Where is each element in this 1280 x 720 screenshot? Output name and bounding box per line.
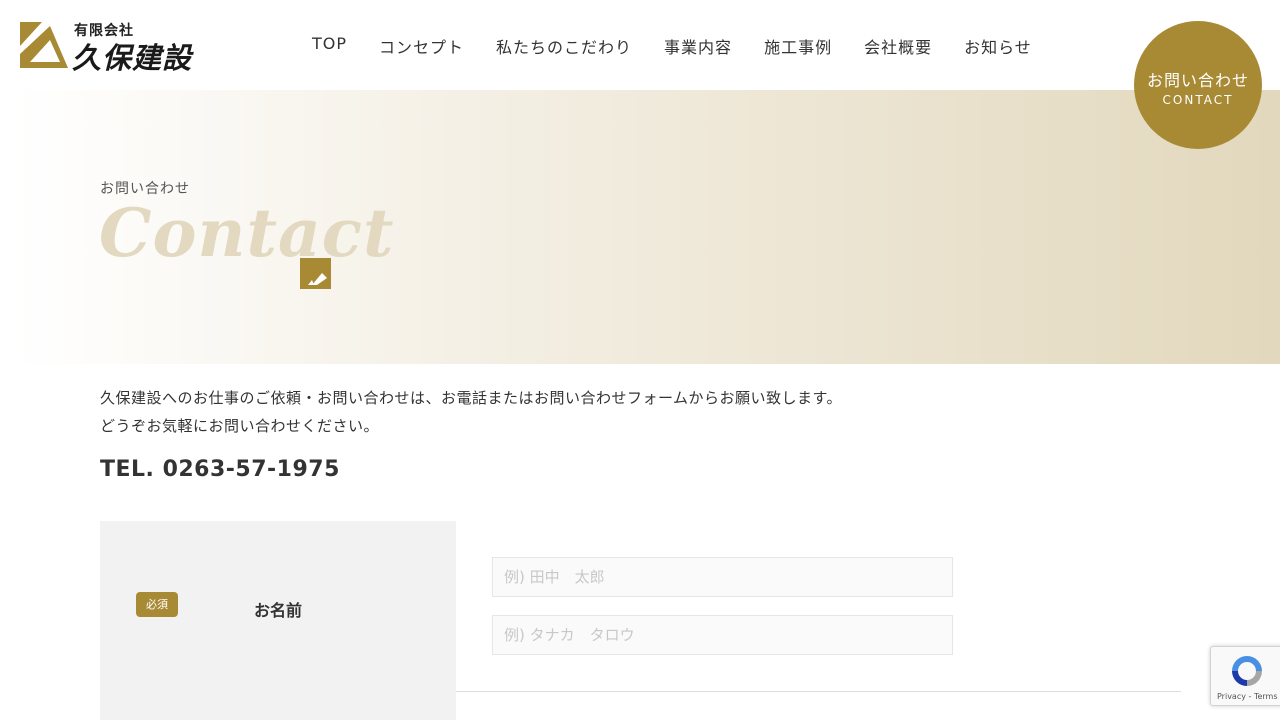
- recaptcha-icon: [1232, 656, 1262, 686]
- contact-button[interactable]: お問い合わせ CONTACT: [1134, 21, 1262, 149]
- recaptcha-links[interactable]: Privacy - Terms: [1217, 692, 1278, 701]
- phone-number: TEL. 0263-57-1975: [100, 457, 340, 482]
- hero-banner: お問い合わせ Contact: [15, 90, 1280, 364]
- contact-button-sublabel: CONTACT: [1162, 93, 1234, 107]
- intro-text: 久保建設へのお仕事のご依頼・お問い合わせは、お電話またはお問い合わせフォームから…: [100, 384, 842, 440]
- pencil-note-icon: [300, 258, 331, 289]
- nav-item-works[interactable]: 施工事例: [748, 34, 848, 58]
- intro-line-2: どうぞお気軽にお問い合わせください。: [100, 417, 380, 435]
- site-header: 有限会社 久保建設 TOP コンセプト 私たちのこだわり 事業内容 施工事例 会…: [0, 0, 1280, 90]
- name-kana-input[interactable]: [492, 615, 953, 655]
- name-label: お名前: [254, 601, 303, 620]
- name-input[interactable]: [492, 557, 953, 597]
- nav-item-business[interactable]: 事業内容: [648, 34, 748, 58]
- nav-item-commitment[interactable]: 私たちのこだわり: [480, 34, 648, 58]
- form-row-name: 必須 お名前: [100, 521, 1181, 692]
- main-nav: TOP コンセプト 私たちのこだわり 事業内容 施工事例 会社概要 お知らせ: [296, 34, 1048, 58]
- contact-button-label: お問い合わせ: [1146, 71, 1249, 90]
- intro-line-1: 久保建設へのお仕事のご依頼・お問い合わせは、お電話またはお問い合わせフォームから…: [100, 389, 843, 407]
- nav-item-news[interactable]: お知らせ: [948, 34, 1048, 58]
- nav-item-top[interactable]: TOP: [296, 34, 363, 58]
- nav-item-company[interactable]: 会社概要: [848, 34, 948, 58]
- logo-company-name: 久保建設: [72, 41, 193, 75]
- nav-item-concept[interactable]: コンセプト: [363, 34, 480, 58]
- required-badge: 必須: [136, 592, 178, 617]
- form-label-cell: 必須 お名前: [100, 521, 456, 692]
- recaptcha-badge[interactable]: Privacy - Terms: [1210, 646, 1280, 706]
- logo-mark-icon: [20, 22, 68, 68]
- form-label-cell-next: [100, 692, 456, 720]
- site-logo[interactable]: 有限会社 久保建設: [20, 20, 200, 75]
- hero-title: Contact: [99, 194, 395, 272]
